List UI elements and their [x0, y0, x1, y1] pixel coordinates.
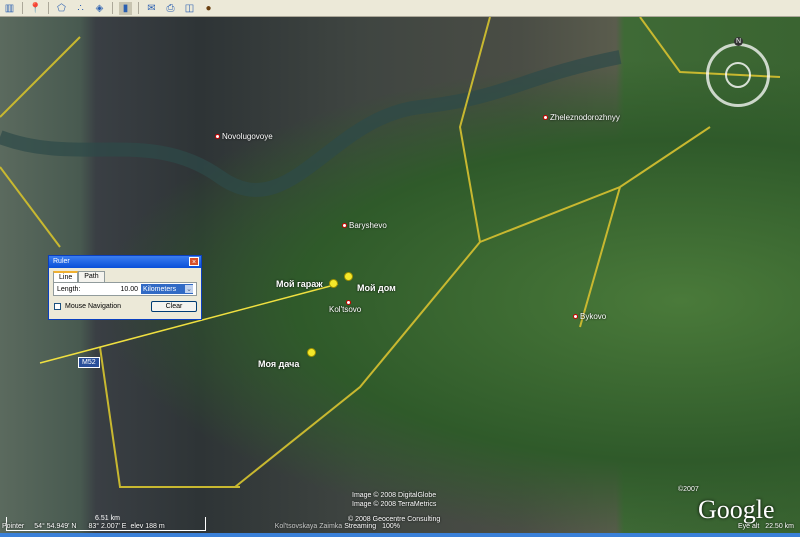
north-indicator[interactable]: N [734, 37, 743, 46]
navigation-compass[interactable]: N [706, 37, 770, 107]
image-credit: Image © 2008 DigitalGlobe [352, 492, 437, 499]
mouse-navigation-checkbox[interactable] [54, 303, 61, 310]
place-label[interactable]: Bykovo [573, 312, 606, 321]
path-icon[interactable]: ∴ [74, 2, 87, 15]
window-bottom-border [0, 533, 800, 537]
place-dot-icon [215, 134, 220, 140]
place-dot-icon [543, 115, 548, 121]
place-hint: Kol'tsovskaya Zaimka [274, 523, 343, 530]
placemark-pin-icon[interactable] [344, 272, 353, 281]
chevron-down-icon[interactable]: ⌄ [185, 285, 193, 293]
placemark-pin-icon[interactable] [307, 348, 316, 357]
toolbar: ▥ 📍 ⬠ ∴ ◈ ▮ ✉ ⎙ ◫ ● [0, 0, 800, 17]
pointer-latitude: 54° 54.949' N [34, 523, 77, 530]
placemark-icon[interactable]: 📍 [29, 2, 42, 15]
place-name: Zheleznodorozhnyy [550, 113, 620, 122]
dialog-title: Ruler [53, 258, 70, 265]
place-label[interactable]: Zheleznodorozhnyy [543, 113, 620, 122]
ruler-dialog: Ruler × Line Path Length: 10.00 Kilometer… [48, 255, 202, 320]
print-icon[interactable]: ⎙ [164, 2, 177, 15]
close-icon[interactable]: × [189, 257, 199, 266]
placemark-label[interactable]: Моя дача [258, 359, 299, 369]
placemark-pin-icon[interactable] [329, 279, 338, 288]
copyright-small: ©2007 [678, 486, 699, 493]
length-row: Length: 10.00 Kilometers ⌄ [53, 282, 197, 296]
streaming-label: Streaming [344, 523, 377, 530]
sky-icon[interactable]: ● [202, 2, 215, 15]
separator [138, 2, 139, 14]
place-label[interactable]: Novolugovoye [215, 132, 273, 141]
ruler-icon[interactable]: ▮ [119, 1, 132, 15]
river [0, 50, 622, 197]
dialog-titlebar[interactable]: Ruler × [49, 256, 201, 268]
place-label[interactable]: Kol'tsovo [329, 300, 361, 314]
place-name: Baryshevo [349, 221, 387, 230]
place-name: Bykovo [580, 312, 607, 321]
pointer-longitude: 83° 2.007' E [88, 523, 127, 530]
place-dot-icon [573, 314, 578, 320]
place-name: Novolugovoye [222, 132, 273, 141]
placemark-label[interactable]: Мой гараж [276, 279, 323, 289]
separator [112, 2, 113, 14]
look-joystick[interactable] [725, 62, 751, 88]
sidebar-toggle-icon[interactable]: ▥ [3, 2, 16, 15]
unit-select[interactable]: Kilometers ⌄ [141, 284, 193, 294]
image-credit: Image © 2008 TerraMetrics [352, 501, 437, 508]
separator [48, 2, 49, 14]
status-bar: Pointer 54° 54.949' N 83° 2.007' E elev … [0, 520, 800, 533]
separator [22, 2, 23, 14]
road-shield: M52 [78, 357, 100, 368]
streaming-percent: 100% [382, 523, 401, 530]
polygon-icon[interactable]: ⬠ [55, 2, 68, 15]
place-label[interactable]: Baryshevo [342, 221, 387, 230]
eye-altitude: Eye alt 22.50 km [737, 523, 794, 530]
email-icon[interactable]: ✉ [145, 2, 158, 15]
length-label: Length: [57, 285, 81, 293]
mouse-navigation-label: Mouse Navigation [65, 303, 122, 310]
place-name: Kol'tsovo [329, 305, 362, 314]
boundary-line [0, 17, 781, 488]
tab-path[interactable]: Path [78, 271, 105, 282]
unit-value: Kilometers [143, 285, 177, 293]
placemark-label[interactable]: Мой дом [357, 283, 396, 293]
maps-icon[interactable]: ◫ [183, 2, 196, 15]
pointer-label: Pointer [2, 523, 25, 530]
overlay-icon[interactable]: ◈ [93, 2, 106, 15]
place-dot-icon [342, 223, 347, 229]
clear-button[interactable]: Clear [151, 301, 197, 312]
length-value: 10.00 [120, 285, 138, 293]
tab-line[interactable]: Line [53, 271, 79, 282]
pointer-elevation: elev 188 m [130, 523, 165, 530]
